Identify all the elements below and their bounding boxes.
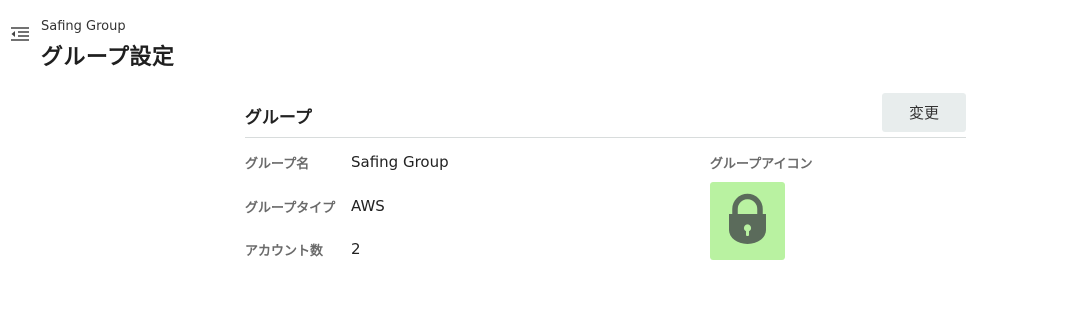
group-name-label: グループ名: [245, 157, 310, 172]
account-count-label: アカウント数: [245, 244, 324, 259]
account-count-value: 2: [351, 240, 361, 258]
group-name-value: Safing Group: [351, 153, 449, 171]
group-settings-panel: グループ 変更 グループ名 Safing Group グループタイプ AWS ア…: [245, 93, 966, 260]
section-title: グループ: [245, 108, 312, 128]
menu-collapse-icon[interactable]: [10, 25, 30, 43]
page-title: グループ設定: [41, 45, 175, 70]
group-icon-label: グループアイコン: [710, 157, 813, 172]
breadcrumb[interactable]: Safing Group: [41, 19, 126, 34]
page-header: Safing Group グループ設定: [0, 0, 1082, 80]
group-type-field: グループタイプ AWS: [245, 197, 685, 221]
lock-icon: [729, 193, 766, 244]
group-type-value: AWS: [351, 197, 385, 215]
edit-button[interactable]: 変更: [882, 93, 966, 132]
group-name-field: グループ名 Safing Group: [245, 153, 685, 177]
group-type-label: グループタイプ: [245, 201, 336, 216]
account-count-field: アカウント数 2: [245, 240, 685, 264]
group-section-header: グループ 変更: [245, 93, 966, 138]
group-icon-tile: [710, 182, 785, 260]
